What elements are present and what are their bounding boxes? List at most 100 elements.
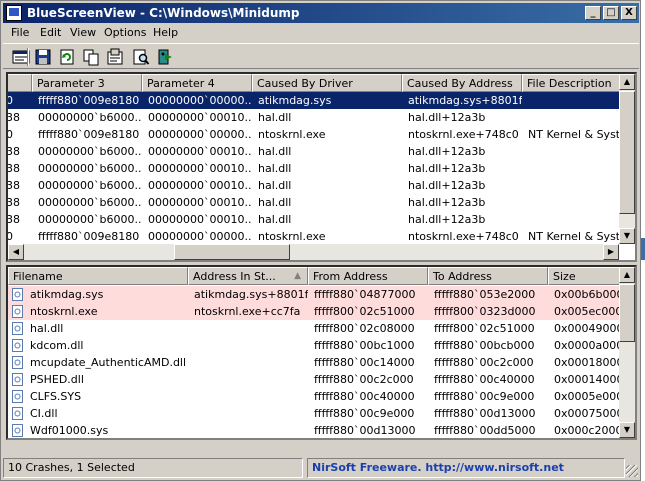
cell-index: 38	[6, 196, 20, 209]
driver-file-icon	[12, 288, 23, 301]
scroll-up-button[interactable]: ▲	[619, 74, 635, 90]
cell-from-address: fffff880`04877000	[314, 288, 416, 301]
horizontal-scroll-thumb[interactable]	[174, 244, 290, 260]
cell-file-description	[524, 143, 634, 160]
cell-from-address: fffff880`00d13000	[314, 424, 416, 437]
maximize-button[interactable]: □	[603, 6, 619, 20]
scroll-right-button[interactable]: ▶	[603, 244, 619, 260]
cell-parameter-4: 00000000`00010...	[148, 196, 252, 209]
column-header[interactable]	[8, 74, 32, 92]
exit-icon[interactable]	[155, 47, 175, 67]
cell-caused-by-driver: ntoskrnl.exe	[258, 230, 326, 243]
cell-caused-by-address: hal.dll+12a3b	[408, 162, 486, 175]
driver-list-vertical-scrollbar[interactable]: ▲ ▼	[619, 267, 635, 438]
crash-row[interactable]: 38 00000000`b6000... 00000000`00010... h…	[8, 160, 635, 177]
status-crash-count: 10 Crashes, 1 Selected	[3, 458, 303, 478]
cell-caused-by-address: hal.dll+12a3b	[408, 111, 486, 124]
crash-list-horizontal-scrollbar[interactable]: ◀ ▶	[8, 244, 619, 260]
cell-address-in-stack	[190, 405, 308, 422]
cell-filename: CI.dll	[30, 407, 58, 420]
menu-edit[interactable]: Edit	[40, 26, 61, 39]
menu-options[interactable]: Options	[104, 26, 146, 39]
menu-bar: File Edit View Options Help	[3, 24, 639, 42]
driver-list[interactable]: Filename Address In St... ▲ From Address…	[6, 265, 637, 440]
driver-row[interactable]: atikmdag.sys atikmdag.sys+8801f fffff880…	[8, 286, 635, 303]
cell-index: 0	[6, 230, 13, 243]
menu-help[interactable]: Help	[153, 26, 178, 39]
crash-list[interactable]: Parameter 3 Parameter 4 Caused By Driver…	[6, 72, 637, 262]
driver-file-icon	[12, 305, 23, 318]
cell-address-in-stack	[190, 388, 308, 405]
column-header-filename[interactable]: Filename	[8, 267, 188, 285]
cell-size: 0x0000a000	[554, 339, 622, 352]
menu-view[interactable]: View	[70, 26, 96, 39]
column-header-to-address[interactable]: To Address	[428, 267, 548, 285]
cell-filename: hal.dll	[30, 322, 64, 335]
crash-row[interactable]: 38 00000000`b6000... 00000000`00010... h…	[8, 177, 635, 194]
column-header-parameter-3[interactable]: Parameter 3	[32, 74, 142, 92]
column-header-caused-by-address[interactable]: Caused By Address	[402, 74, 522, 92]
status-bar: 10 Crashes, 1 Selected NirSoft Freeware.…	[3, 458, 639, 478]
cell-caused-by-driver: ntoskrnl.exe	[258, 128, 326, 141]
vertical-scroll-thumb[interactable]	[619, 284, 635, 342]
cell-from-address: fffff800`02c08000	[314, 322, 415, 335]
driver-row[interactable]: CI.dll fffff880`00c9e000 fffff880`00d130…	[8, 405, 635, 422]
cell-size: 0x00b6b000	[554, 288, 622, 301]
close-button[interactable]: X	[621, 6, 637, 20]
driver-row[interactable]: Wdf01000.sys fffff880`00d13000 fffff880`…	[8, 422, 635, 438]
cell-address-in-stack	[190, 422, 308, 438]
cell-index: 38	[6, 213, 20, 226]
cell-address-in-stack	[190, 371, 308, 388]
crash-row[interactable]: 38 00000000`b6000... 00000000`00010... h…	[8, 143, 635, 160]
crash-list-vertical-scrollbar[interactable]: ▲ ▼	[619, 74, 635, 244]
cell-caused-by-driver: hal.dll	[258, 145, 292, 158]
cell-file-description	[524, 177, 634, 194]
title-bar[interactable]: BlueScreenView - C:\Windows\Minidump _ □…	[3, 3, 639, 23]
driver-row[interactable]: PSHED.dll fffff880`00c2c000 fffff880`00c…	[8, 371, 635, 388]
column-header-address-in-stack[interactable]: Address In St... ▲	[188, 267, 308, 285]
driver-row[interactable]: kdcom.dll fffff880`00bc1000 fffff880`00b…	[8, 337, 635, 354]
cell-file-description	[524, 194, 634, 211]
cell-address-in-stack	[190, 320, 308, 337]
column-header-parameter-4[interactable]: Parameter 4	[142, 74, 252, 92]
driver-row[interactable]: mcupdate_AuthenticAMD.dll fffff880`00c14…	[8, 354, 635, 371]
minimize-button[interactable]: _	[585, 6, 601, 20]
menu-file[interactable]: File	[11, 26, 29, 39]
crash-row[interactable]: 38 00000000`b6000... 00000000`00010... h…	[8, 109, 635, 126]
driver-row[interactable]: CLFS.SYS fffff880`00c40000 fffff880`00c9…	[8, 388, 635, 405]
driver-file-icon	[12, 424, 23, 437]
cell-address-in-stack: ntoskrnl.exe+cc7fa	[194, 305, 301, 318]
vertical-scroll-thumb[interactable]	[619, 91, 635, 214]
cell-parameter-3: 00000000`b6000...	[38, 162, 142, 175]
driver-row[interactable]: hal.dll fffff800`02c08000 fffff800`02c51…	[8, 320, 635, 337]
scroll-down-button[interactable]: ▼	[619, 422, 635, 438]
crash-row[interactable]: 0 fffff880`009e8180 00000000`00000... nt…	[6, 228, 635, 245]
window-title: BlueScreenView - C:\Windows\Minidump	[27, 6, 300, 20]
cell-file-description	[524, 160, 634, 177]
resize-grip[interactable]	[626, 465, 638, 477]
column-header-caused-by-driver[interactable]: Caused By Driver	[252, 74, 402, 92]
column-header-from-address[interactable]: From Address	[308, 267, 428, 285]
nirsoft-link[interactable]: NirSoft Freeware. http://www.nirsoft.net	[312, 461, 564, 474]
cell-from-address: fffff880`00c40000	[314, 390, 415, 403]
scroll-up-button[interactable]: ▲	[619, 267, 635, 283]
driver-file-icon	[12, 407, 23, 420]
find-icon[interactable]	[131, 47, 151, 67]
cell-size: 0x00049000	[554, 322, 622, 335]
options-icon[interactable]	[105, 47, 125, 67]
cell-to-address: fffff880`00bcb000	[434, 339, 535, 352]
scroll-left-button[interactable]: ◀	[8, 244, 24, 260]
copy-icon[interactable]	[81, 47, 101, 67]
crash-row[interactable]: 38 00000000`b6000... 00000000`00010... h…	[6, 194, 635, 211]
refresh-icon[interactable]	[57, 47, 77, 67]
crash-list-header: Parameter 3 Parameter 4 Caused By Driver…	[8, 74, 635, 92]
crash-row[interactable]: 38 00000000`b6000... 00000000`00010... h…	[6, 211, 635, 228]
crash-row[interactable]: 0 fffff880`009e8180 00000000`00000... at…	[8, 92, 635, 109]
crash-row[interactable]: 0 fffff880`009e8180 00000000`00000... nt…	[8, 126, 635, 143]
cell-parameter-3: 00000000`b6000...	[38, 213, 142, 226]
scroll-down-button[interactable]: ▼	[619, 228, 635, 244]
desktop-window-edge	[641, 238, 645, 260]
save-icon[interactable]	[33, 47, 53, 67]
driver-row[interactable]: ntoskrnl.exe ntoskrnl.exe+cc7fa fffff800…	[8, 303, 635, 320]
cell-caused-by-address: hal.dll+12a3b	[408, 213, 486, 226]
